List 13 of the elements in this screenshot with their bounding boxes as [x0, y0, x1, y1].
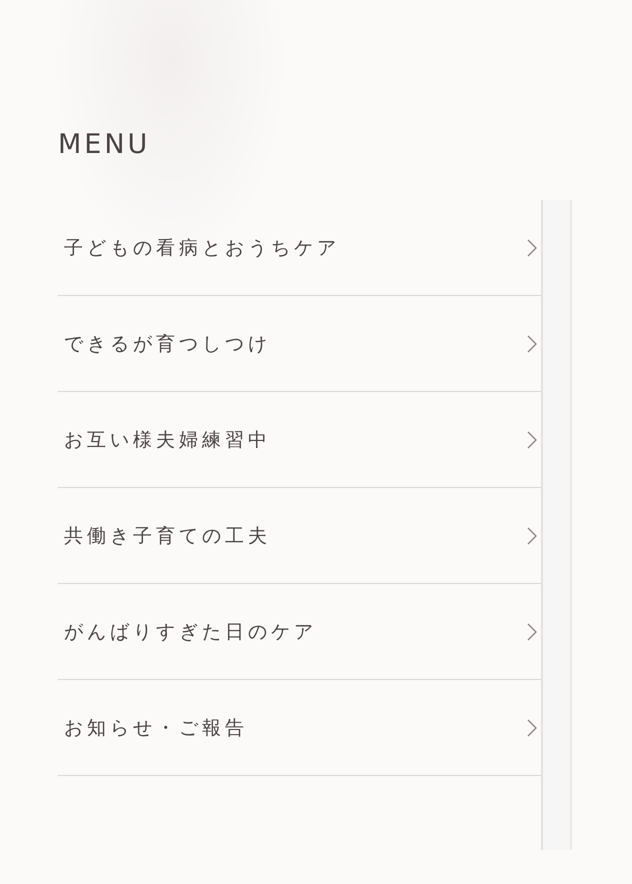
- menu-item-label[interactable]: 子どもの看病とおうちケア: [64, 234, 340, 260]
- menu-heading: MENU: [58, 128, 152, 162]
- chevron-right-icon: [527, 718, 537, 736]
- chevron-right-icon: [527, 334, 537, 352]
- menu-item-label[interactable]: 共働き子育ての工夫: [64, 522, 271, 548]
- chevron-right-icon: [527, 238, 537, 256]
- menu-item-label[interactable]: お知らせ・ご報告: [64, 714, 248, 740]
- chevron-right-icon: [527, 430, 537, 448]
- menu-item-label[interactable]: がんばりすぎた日のケア: [64, 618, 317, 644]
- menu-item-label[interactable]: できるが育つしつけ: [64, 330, 271, 356]
- menu-item-label[interactable]: お互い様夫婦練習中: [64, 426, 271, 452]
- chevron-right-icon: [527, 526, 537, 544]
- chevron-right-icon: [527, 622, 537, 640]
